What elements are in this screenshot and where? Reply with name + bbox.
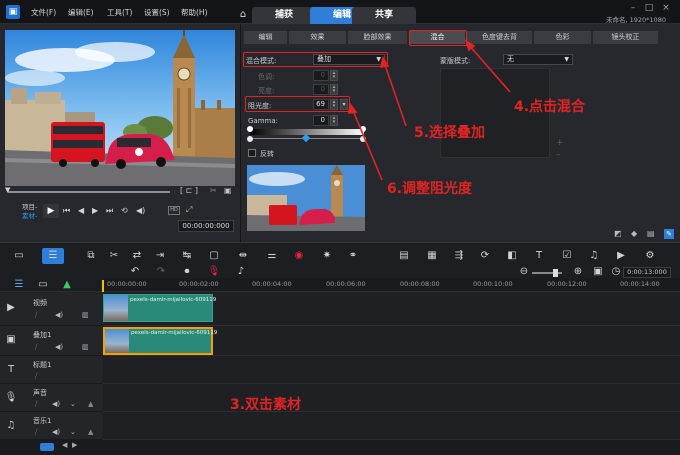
track-lock-icon[interactable]: ⧸ xyxy=(35,372,37,381)
export-icon[interactable]: ▶ xyxy=(614,250,628,262)
annotation-step6: 6.调整阻光度 xyxy=(387,181,473,197)
voice-track-name: 声音 xyxy=(33,389,47,397)
link-icon[interactable]: ⚭ xyxy=(346,250,360,262)
timeline-ruler[interactable]: 00:00:00:00 00:00:02:00 00:00:04:00 00:0… xyxy=(103,278,680,292)
voice-track[interactable] xyxy=(103,384,680,412)
title-track-icon: T xyxy=(7,364,15,375)
title-track[interactable] xyxy=(103,356,680,384)
subtitle-icon[interactable]: ▤ xyxy=(397,250,411,262)
overlay-track[interactable]: pexels-damir-mijailovic-609119 xyxy=(103,326,680,356)
record-icon[interactable]: ⏺ xyxy=(180,266,194,278)
track-audio-icon[interactable]: ◀) xyxy=(55,311,63,319)
timeline-view-icon[interactable]: ☰ xyxy=(42,248,64,264)
track-lock-icon[interactable]: ⧸ xyxy=(35,343,37,352)
fit-icon[interactable]: ↹ xyxy=(180,250,194,262)
track-manager-area: ☰ ▭ ▲ xyxy=(0,278,103,292)
annotation-step3: 3.双击素材 xyxy=(230,397,302,413)
annotation-step4: 4.点击混合 xyxy=(514,99,586,115)
ripple-icon[interactable]: ⇥ xyxy=(153,250,167,262)
music-track[interactable] xyxy=(103,412,680,440)
zoom-timecode[interactable]: 0:00:13:000 xyxy=(623,267,671,278)
ruler-tick: 00:00:00:00 xyxy=(107,280,147,288)
annotation-step5: 5.选择叠加 xyxy=(414,125,486,141)
clip-label: pexels-damir-mijailovic-609119 xyxy=(130,297,217,303)
microphone-icon[interactable]: 🎙 xyxy=(207,266,221,278)
video-clip[interactable]: pexels-damir-mijailovic-609119 xyxy=(103,294,217,322)
track-manager-icon[interactable]: ☰ xyxy=(12,279,26,291)
split-screen-icon[interactable]: ⇹ xyxy=(236,250,250,262)
zoom-out-icon[interactable]: ⊖ xyxy=(517,266,531,278)
time-remap-icon[interactable]: ⟳ xyxy=(478,250,492,262)
track-audio-icon[interactable]: ◀) xyxy=(52,400,60,408)
overlay-track-header: ▣ 叠加1 ⧸ ◀) ▥ xyxy=(0,326,103,356)
storyboard-view-icon[interactable]: ▭ xyxy=(12,250,26,262)
color-icon[interactable]: ◉ xyxy=(292,250,306,262)
audio-mix-icon[interactable]: ♫ xyxy=(587,250,601,262)
zoom-in-icon[interactable]: ⊕ xyxy=(571,266,585,278)
playhead[interactable] xyxy=(102,280,104,292)
video-track-header: ▶ 视频 ⧸ ◀) ▥ xyxy=(0,292,103,326)
ruler-tick: 00:00:14:00 xyxy=(620,280,660,288)
track-lock-icon[interactable]: ⧸ xyxy=(35,428,37,437)
title-track-header: T 标题1 ⧸ xyxy=(0,356,103,384)
track-scroll-icon[interactable] xyxy=(40,443,54,451)
motion-icon[interactable]: ✷ xyxy=(320,250,334,262)
video-track-icon: ▶ xyxy=(7,302,15,313)
timeline-bottom-bar xyxy=(0,440,680,455)
track-lock-icon[interactable]: ⧸ xyxy=(35,311,37,320)
add-chapter-icon[interactable]: ▭ xyxy=(36,279,50,291)
track-more-icon[interactable]: ▥ xyxy=(82,343,89,351)
track-audio-icon[interactable]: ◀) xyxy=(52,428,60,436)
add-marker-icon[interactable]: ▲ xyxy=(60,279,74,291)
music-track-header: ♫ 音乐1 ⧸ ◀) ⌄ ▲ xyxy=(0,412,103,440)
scroll-right-icon[interactable]: ▶ xyxy=(72,441,77,449)
redo-icon[interactable]: ↷ xyxy=(154,266,168,278)
settings-icon[interactable]: ⚙ xyxy=(643,250,657,262)
frame-icon[interactable]: ▢ xyxy=(207,250,221,262)
music-track-name: 音乐1 xyxy=(33,417,52,425)
speed-icon[interactable]: ⇶ xyxy=(452,250,466,262)
track-expand-icon[interactable]: ⌄ xyxy=(70,428,76,436)
overlay-track-icon: ▣ xyxy=(6,334,16,345)
scroll-left-icon[interactable]: ◀ xyxy=(62,441,67,449)
zoom-slider-thumb[interactable] xyxy=(553,269,558,277)
title-track-name: 标题1 xyxy=(33,361,52,369)
check-icon[interactable]: ☑ xyxy=(560,250,574,262)
copy-icon[interactable]: ⧉ xyxy=(84,250,98,262)
ruler-tick: 00:00:10:00 xyxy=(473,280,513,288)
tools-icon[interactable]: ✂ xyxy=(107,250,121,262)
clip-thumbnail xyxy=(104,295,128,321)
video-track[interactable]: pexels-damir-mijailovic-609119 xyxy=(103,292,680,326)
ruler-tick: 00:00:12:00 xyxy=(547,280,587,288)
replace-icon[interactable]: ⇄ xyxy=(130,250,144,262)
fit-project-icon[interactable]: ▣ xyxy=(591,266,605,278)
title-icon[interactable]: T xyxy=(532,250,546,262)
timeline-toolbar: ▭ ☰ ⧉ ✂ ⇄ ⇥ ↹ ▢ ⇹ ⚌ ◉ ✷ ⚭ ▤ ▦ ⇶ ⟳ ◧ T ☑ … xyxy=(0,242,680,278)
track-up-icon[interactable]: ▲ xyxy=(88,400,93,408)
track-expand-icon[interactable]: ⌄ xyxy=(70,400,76,408)
multicam-icon[interactable]: ▦ xyxy=(425,250,439,262)
clip-label: pexels-damir-mijailovic-609119 xyxy=(131,330,218,336)
track-audio-icon[interactable]: ◀) xyxy=(55,343,63,351)
clip-thumbnail xyxy=(105,329,129,353)
auto-music-icon[interactable]: ♪ xyxy=(234,266,248,278)
overlay-clip[interactable]: pexels-damir-mijailovic-609119 xyxy=(103,327,217,355)
ruler-tick: 00:00:02:00 xyxy=(179,280,219,288)
undo-icon[interactable]: ↶ xyxy=(128,266,142,278)
ruler-tick: 00:00:06:00 xyxy=(326,280,366,288)
track-lock-icon[interactable]: ⧸ xyxy=(35,400,37,409)
mask-icon[interactable]: ◧ xyxy=(505,250,519,262)
ruler-tick: 00:00:04:00 xyxy=(252,280,292,288)
voice-track-header: 🎙 声音 ⧸ ◀) ⌄ ▲ xyxy=(0,384,103,412)
track-more-icon[interactable]: ▥ xyxy=(82,311,89,319)
clock-icon[interactable]: ◷ xyxy=(609,266,623,278)
music-track-icon: ♫ xyxy=(6,420,16,431)
mix-icon[interactable]: ⚌ xyxy=(265,250,279,262)
ruler-tick: 00:00:08:00 xyxy=(400,280,440,288)
voice-track-icon: 🎙 xyxy=(4,392,18,403)
overlay-track-name: 叠加1 xyxy=(33,331,52,339)
track-up-icon[interactable]: ▲ xyxy=(88,428,93,436)
video-track-name: 视频 xyxy=(33,299,47,307)
